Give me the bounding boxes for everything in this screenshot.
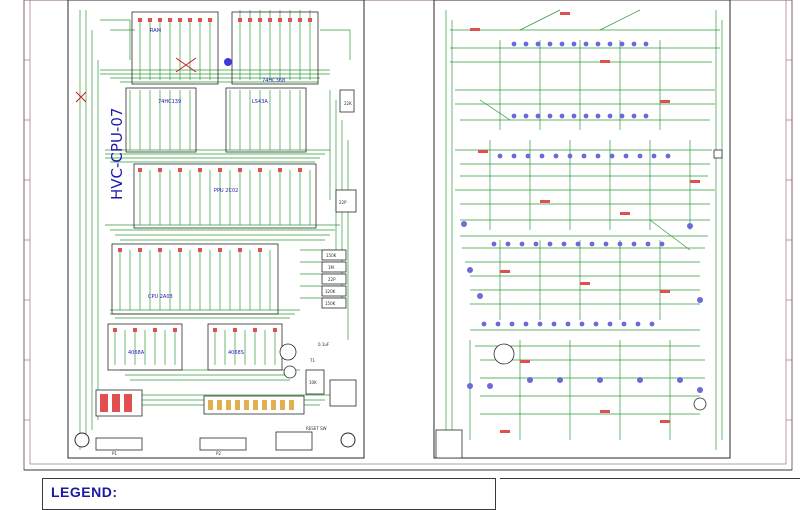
title-block-right: [500, 478, 800, 501]
part-label-150k-2: 150K: [325, 301, 336, 306]
left-board: HVC-CPU-07 RAM 74HC139 LS43A 74HC368 PPU…: [67, 0, 365, 459]
part-label-22k: 22K: [344, 101, 352, 106]
left-blue-via: [224, 58, 232, 66]
reset-switch-label: RESET SW: [306, 426, 327, 431]
legend-title: LEGEND:: [51, 484, 118, 500]
chip-label-ppu: PPU 2C02: [214, 188, 238, 194]
connector-p2-label: P2: [216, 451, 221, 456]
chip-label-cpu: CPU 2A03: [148, 294, 173, 300]
board-title: HVC-CPU-07: [108, 108, 126, 200]
chip-label-4068s: 4068S: [228, 350, 244, 356]
part-label-22p-2: 22P: [328, 277, 336, 282]
connector-p1-label: P1: [112, 451, 117, 456]
chip-label-74hc139: 74HC139: [158, 99, 181, 105]
chip-label-ls43a: LS43A: [252, 99, 268, 105]
part-label-150k: 150K: [326, 253, 337, 258]
chip-label-74hc368: 74HC368: [262, 78, 285, 84]
chip-label-ram: RAM: [150, 28, 161, 34]
part-label-320k: 320K: [325, 289, 336, 294]
part-label-0-1uf: 0.1uF: [318, 342, 330, 347]
right-board: [433, 0, 731, 459]
part-label-1m: 1M: [328, 265, 335, 270]
part-label-22p: 22P: [339, 200, 347, 205]
chip-label-4068a: 4068A: [128, 350, 145, 356]
part-label-71: 71: [310, 358, 316, 363]
part-label-10k: 10K: [309, 380, 317, 385]
legend-box: LEGEND:: [42, 478, 496, 510]
schematic-sheet: HVC-CPU-07 RAM 74HC139 LS43A 74HC368 PPU…: [23, 0, 793, 471]
right-board-outline: [433, 0, 731, 459]
